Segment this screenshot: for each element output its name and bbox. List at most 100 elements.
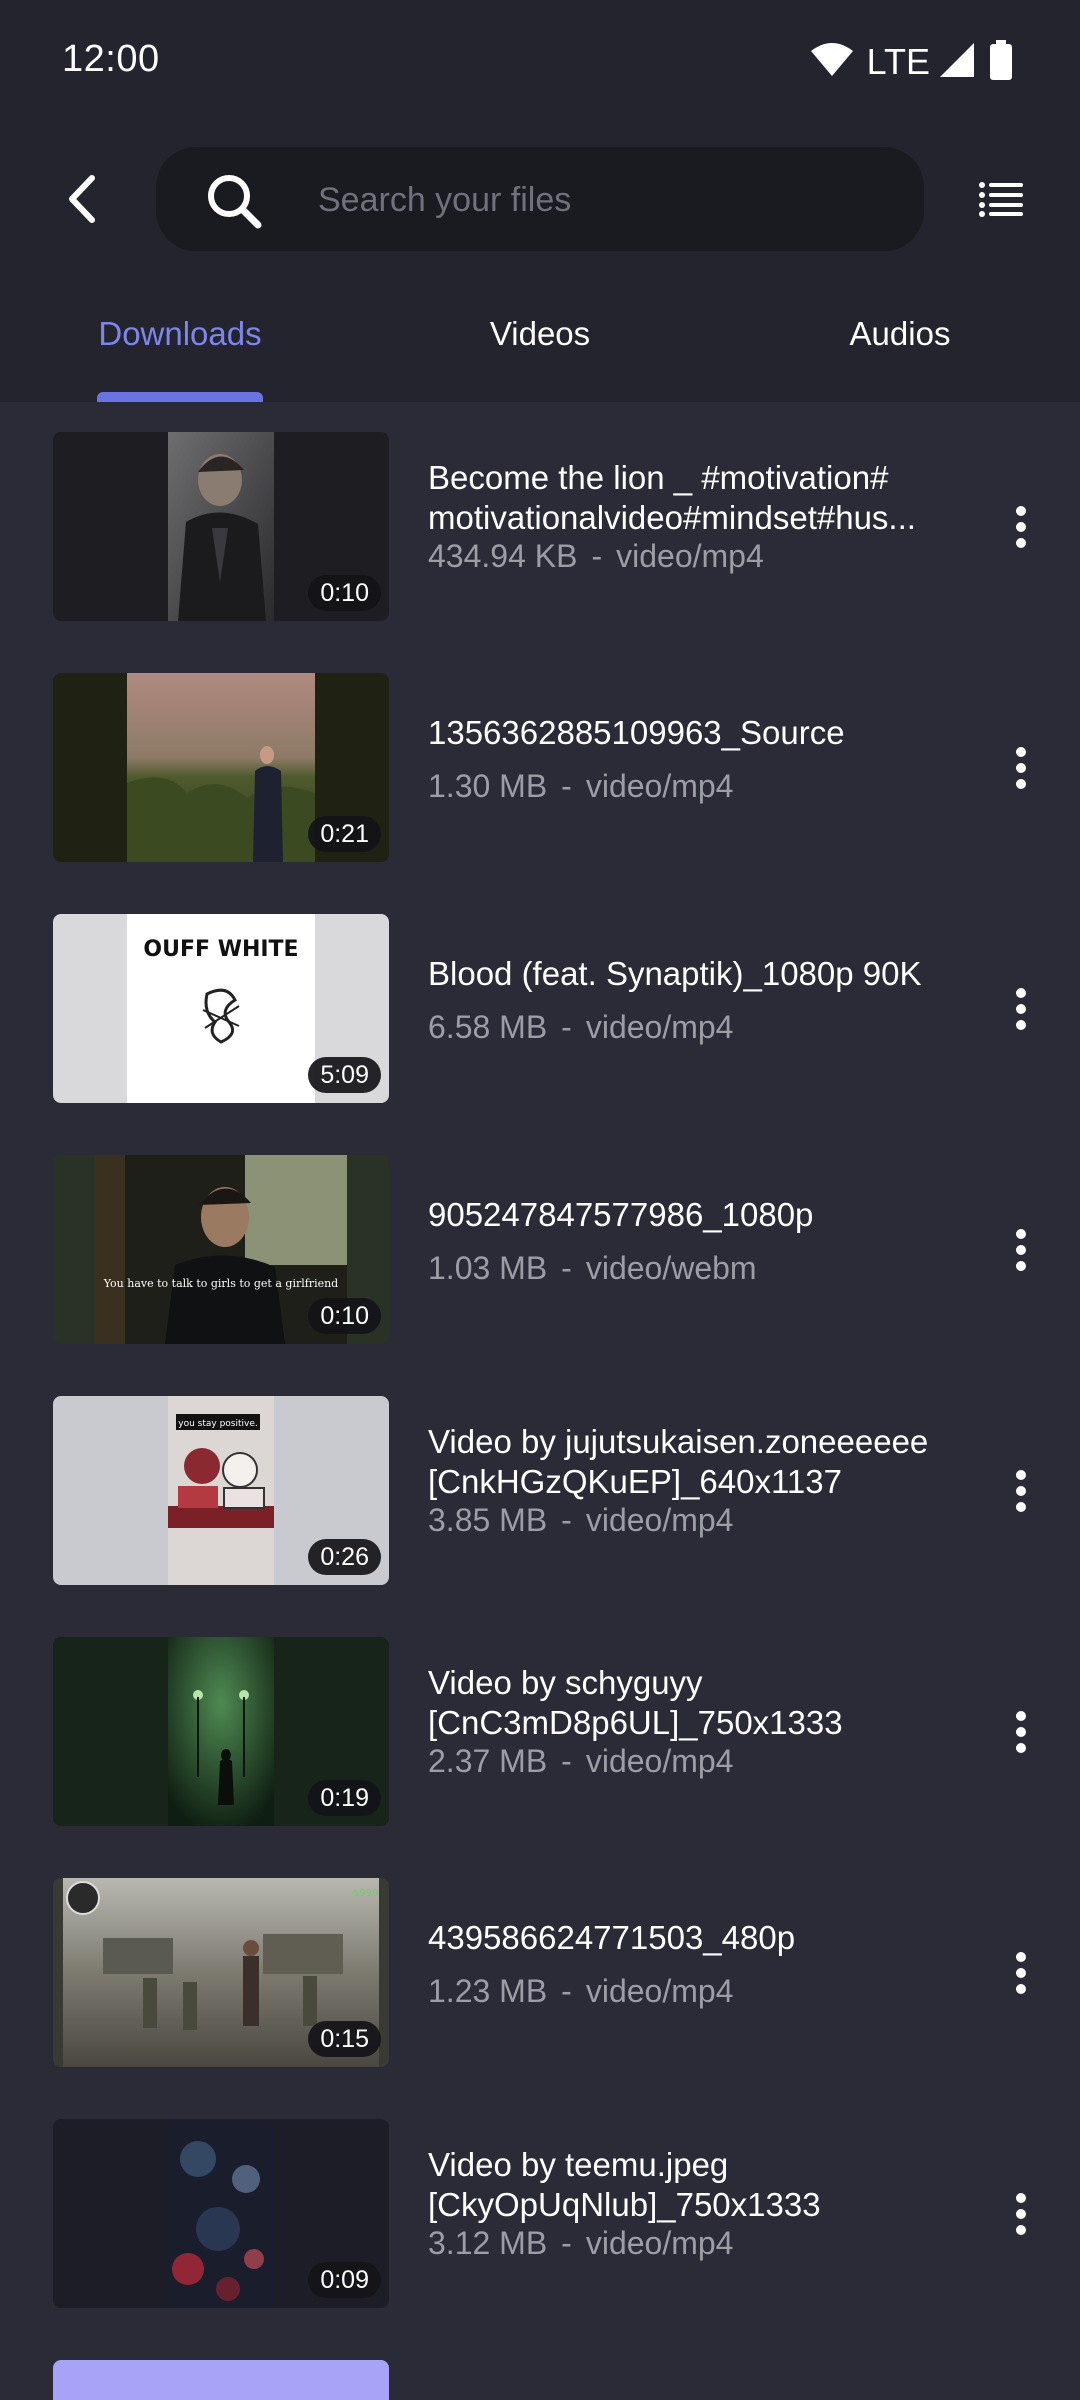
more-options-button[interactable] (1000, 1702, 1042, 1762)
meta-separator: - (561, 1502, 572, 1538)
header-area: 12:00 LTE Search your files Downloads Vi… (0, 0, 1080, 402)
video-thumbnail: You have to talk to girls to get a girlf… (53, 1155, 389, 1344)
file-row[interactable]: you stay positive. 0:26 Video by jujutsu… (0, 1396, 1080, 1586)
more-options-button[interactable] (1000, 2184, 1042, 2244)
meta-separator: - (561, 2225, 572, 2261)
file-row[interactable]: 0:09 Video by teemu.jpeg [CkyOpUqNlub]_7… (0, 2119, 1080, 2309)
status-icons: LTE (810, 39, 1012, 85)
more-vert-icon (1016, 1952, 1026, 1994)
file-name: 1356362885109963_Source (428, 714, 845, 751)
more-vert-icon (1016, 988, 1026, 1030)
more-options-button[interactable] (1000, 1943, 1042, 2003)
video-thumbnail-partial[interactable] (53, 2360, 389, 2400)
file-type: video/mp4 (585, 768, 734, 804)
duration-badge: 0:21 (308, 816, 381, 852)
file-size: 434.94 KB (428, 538, 578, 574)
more-vert-icon (1016, 1711, 1026, 1753)
duration-badge: 0:15 (308, 2021, 381, 2057)
file-name: 439586624771503_480p (428, 1919, 796, 1956)
more-options-button[interactable] (1000, 979, 1042, 1039)
meta-separator: - (561, 1250, 572, 1286)
status-bar: 12:00 LTE (0, 0, 1080, 126)
signal-icon (940, 42, 974, 82)
file-row[interactable]: OUFF WHITE 5:09 Blood (feat. Synaptik)_1… (0, 914, 1080, 1104)
thumbnail-image: OUFF WHITE (127, 914, 315, 1103)
arrow-back-icon (69, 175, 95, 223)
more-vert-icon (1016, 506, 1026, 548)
file-size: 6.58 MB (428, 1009, 548, 1045)
list-view-button[interactable] (972, 172, 1030, 226)
duration-badge: 0:19 (308, 1780, 381, 1816)
file-size: 1.03 MB (428, 1250, 548, 1286)
file-name: Video by teemu.jpeg [CkyOpUqNlub]_750x13… (428, 2146, 821, 2223)
battery-icon (990, 39, 1012, 85)
file-row[interactable]: 0:21 1356362885109963_Source 1.30 MB - vid… (0, 673, 1080, 863)
file-size: 1.23 MB (428, 1973, 548, 2009)
status-time: 12:00 (62, 38, 160, 80)
tab-bar: Downloads Videos Audios (0, 290, 1080, 402)
file-type: video/mp4 (585, 1973, 734, 2009)
video-thumbnail: 0:09 (53, 2119, 389, 2308)
more-options-button[interactable] (1000, 1220, 1042, 1280)
wifi-icon (810, 42, 853, 82)
file-meta: 1.23 MB - video/mp4 (428, 1971, 733, 2011)
file-meta: 3.85 MB - video/mp4 (428, 1500, 733, 1540)
network-type: LTE (866, 41, 930, 82)
thumbnail-image (127, 673, 315, 862)
duration-badge: 5:09 (308, 1057, 381, 1093)
search-icon (208, 175, 262, 229)
file-row[interactable]: You have to talk to girls to get a girlf… (0, 1155, 1080, 1345)
file-name: Become the lion _ #motivation# motivatio… (428, 459, 916, 536)
file-row[interactable]: 0:19 Video by schyguyy [CnC3mD8p6UL]_750… (0, 1637, 1080, 1827)
file-meta: 3.12 MB - video/mp4 (428, 2223, 733, 2263)
search-box[interactable] (156, 147, 924, 253)
file-type: video/mp4 (616, 538, 764, 574)
meta-separator: - (561, 768, 572, 804)
file-meta: 1.03 MB - video/webm (428, 1248, 757, 1288)
file-row[interactable]: 0:10 Become the lion _ #motivation# moti… (0, 432, 1080, 622)
file-name: Blood (feat. Synaptik)_1080p 90K (428, 955, 922, 992)
active-tab-indicator (97, 392, 263, 402)
file-manager-screen: 12:00 LTE Search your files Downloads Vi… (0, 0, 1080, 2400)
duration-badge: 0:09 (308, 2262, 381, 2298)
thumbnail-image: you stay positive. (168, 1396, 274, 1585)
more-vert-icon (1016, 2193, 1026, 2235)
file-row[interactable]: $9999 0:15 439586624771503_480p 1.23 MB-… (0, 1878, 1080, 2068)
file-size: 3.85 MB (428, 1502, 548, 1538)
video-thumbnail: you stay positive. 0:26 (53, 1396, 389, 1585)
thumbnail-caption: You have to talk to girls to get a girlf… (103, 1277, 338, 1290)
file-size: 3.12 MB (428, 2225, 548, 2261)
file-name: Video by schyguyy [CnC3mD8p6UL]_750x1333 (428, 1664, 843, 1741)
tab-downloads[interactable]: Downloads (0, 290, 360, 402)
file-list[interactable]: 0:10 Become the lion _ #motivation# moti… (0, 402, 1080, 2400)
file-size: 2.37 MB (428, 1743, 548, 1779)
meta-separator: - (561, 1009, 572, 1045)
more-options-button[interactable] (1000, 738, 1042, 798)
file-name: 905247847577986_1080p (428, 1196, 814, 1233)
video-thumbnail: 0:10 (53, 432, 389, 621)
video-thumbnail: 0:21 (53, 673, 389, 862)
more-options-button[interactable] (1000, 497, 1042, 557)
more-vert-icon (1016, 1229, 1026, 1271)
thumbnail-image (168, 432, 274, 621)
video-thumbnail: $9999 0:15 (53, 1878, 389, 2067)
meta-separator: - (561, 1743, 572, 1779)
meta-separator: - (561, 1973, 572, 2009)
file-type: video/mp4 (585, 1502, 734, 1538)
video-thumbnail: 0:19 (53, 1637, 389, 1826)
duration-badge: 0:26 (308, 1539, 381, 1575)
file-size: 1.30 MB (428, 768, 548, 804)
more-options-button[interactable] (1000, 1461, 1042, 1521)
thumbnail-caption: you stay positive. (178, 1419, 257, 1429)
duration-badge: 0:10 (308, 575, 381, 611)
file-type: video/mp4 (585, 1743, 734, 1779)
tab-videos[interactable]: Videos (360, 290, 720, 402)
search-input[interactable] (316, 147, 900, 253)
file-type: video/webm (585, 1250, 757, 1286)
file-type: video/mp4 (585, 2225, 734, 2261)
file-meta: 2.37 MB - video/mp4 (428, 1741, 733, 1781)
back-button[interactable] (48, 166, 114, 232)
video-thumbnail: OUFF WHITE 5:09 (53, 914, 389, 1103)
tab-audios[interactable]: Audios (720, 290, 1080, 402)
thumbnail-image (168, 2119, 274, 2308)
